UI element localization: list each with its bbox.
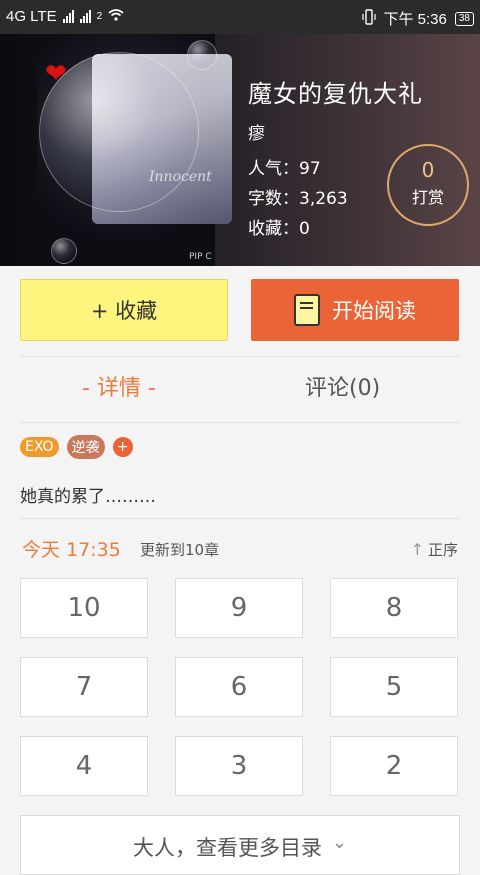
status-bar: 4G LTE 2 下午 5:36 38 xyxy=(0,0,480,34)
chapter-button[interactable]: 8 xyxy=(330,578,458,638)
sort-label: 正序 xyxy=(427,541,458,559)
network-label: 4G LTE xyxy=(6,8,57,25)
battery-level: 38 xyxy=(458,12,470,24)
status-time: 下午 5:36 xyxy=(383,11,447,28)
book-cover[interactable]: ❤ Innocent PIP C xyxy=(37,34,232,266)
chapter-button[interactable]: 5 xyxy=(330,657,458,717)
heart-icon: ❤ xyxy=(45,59,67,89)
chapter-button[interactable]: 9 xyxy=(175,578,303,638)
book-summary: 她真的累了……… xyxy=(20,487,156,507)
tag-exo[interactable]: EXO xyxy=(20,437,59,457)
stat-label: 人气： xyxy=(248,159,299,179)
stat-label: 收藏： xyxy=(248,219,299,239)
update-date: 今天 17:35 xyxy=(22,535,121,562)
stat-value: 0 xyxy=(299,219,310,239)
sort-toggle[interactable]: ↑ 正序 xyxy=(411,539,458,560)
bubble-decoration xyxy=(51,238,77,264)
book-header: ❤ Innocent PIP C 魔女的复仇大礼 瘳 人气：97 字数：3,26… xyxy=(0,34,480,266)
chapter-button[interactable]: 4 xyxy=(20,736,148,796)
sim2-label: 2 xyxy=(96,11,103,22)
chapter-button[interactable]: 6 xyxy=(175,657,303,717)
stat-value: 3,263 xyxy=(299,189,348,209)
tab-detail[interactable]: - 详情 - xyxy=(82,370,156,402)
chevron-down-icon: ⌄ xyxy=(331,832,348,853)
tip-button[interactable]: 0 打赏 xyxy=(387,144,469,226)
book-author[interactable]: 瘳 xyxy=(248,119,423,144)
chapter-button[interactable]: 3 xyxy=(175,736,303,796)
favorite-button[interactable]: + 收藏 xyxy=(20,279,228,341)
update-day: 今天 xyxy=(22,539,61,561)
chapter-button[interactable]: 2 xyxy=(330,736,458,796)
signal-sim2-icon xyxy=(79,10,91,23)
battery-icon: 38 xyxy=(454,11,474,26)
book-icon xyxy=(294,294,320,326)
stat-favorites: 收藏：0 xyxy=(248,214,423,239)
chapter-button[interactable]: 7 xyxy=(20,657,148,717)
stat-value: 97 xyxy=(299,159,321,179)
update-text: 更新到10章 xyxy=(140,541,220,559)
divider xyxy=(20,518,460,519)
cover-watermark: PIP C xyxy=(189,252,212,262)
chapter-button[interactable]: 10 xyxy=(20,578,148,638)
add-tag-button[interactable]: + xyxy=(112,437,133,457)
tip-count: 0 xyxy=(421,158,435,182)
tab-comments[interactable]: 评论(0) xyxy=(305,370,380,402)
cover-caption: Innocent xyxy=(149,169,212,185)
signal-icon xyxy=(62,10,74,23)
book-title: 魔女的复仇大礼 xyxy=(248,80,423,108)
wifi-icon xyxy=(108,8,124,25)
more-chapters-button[interactable]: 大人，查看更多目录 ⌄ xyxy=(20,815,460,875)
bubble-decoration xyxy=(187,40,217,70)
tag-nixi[interactable]: 逆袭 xyxy=(66,435,105,459)
vibrate-icon xyxy=(361,8,376,29)
start-reading-button[interactable]: 开始阅读 xyxy=(251,279,459,341)
more-chapters-label: 大人，查看更多目录 xyxy=(132,836,322,860)
start-reading-label: 开始阅读 xyxy=(332,299,416,323)
tag-list: EXO 逆袭 + xyxy=(20,435,133,459)
update-time: 17:35 xyxy=(66,539,121,561)
divider xyxy=(20,422,460,423)
tip-label: 打赏 xyxy=(411,188,444,207)
stat-label: 字数： xyxy=(248,189,299,209)
favorite-label: + 收藏 xyxy=(90,299,158,323)
divider xyxy=(20,356,460,357)
chapter-grid: 10 9 8 7 6 5 4 3 2 xyxy=(20,578,460,796)
arrow-up-icon: ↑ xyxy=(410,540,424,559)
